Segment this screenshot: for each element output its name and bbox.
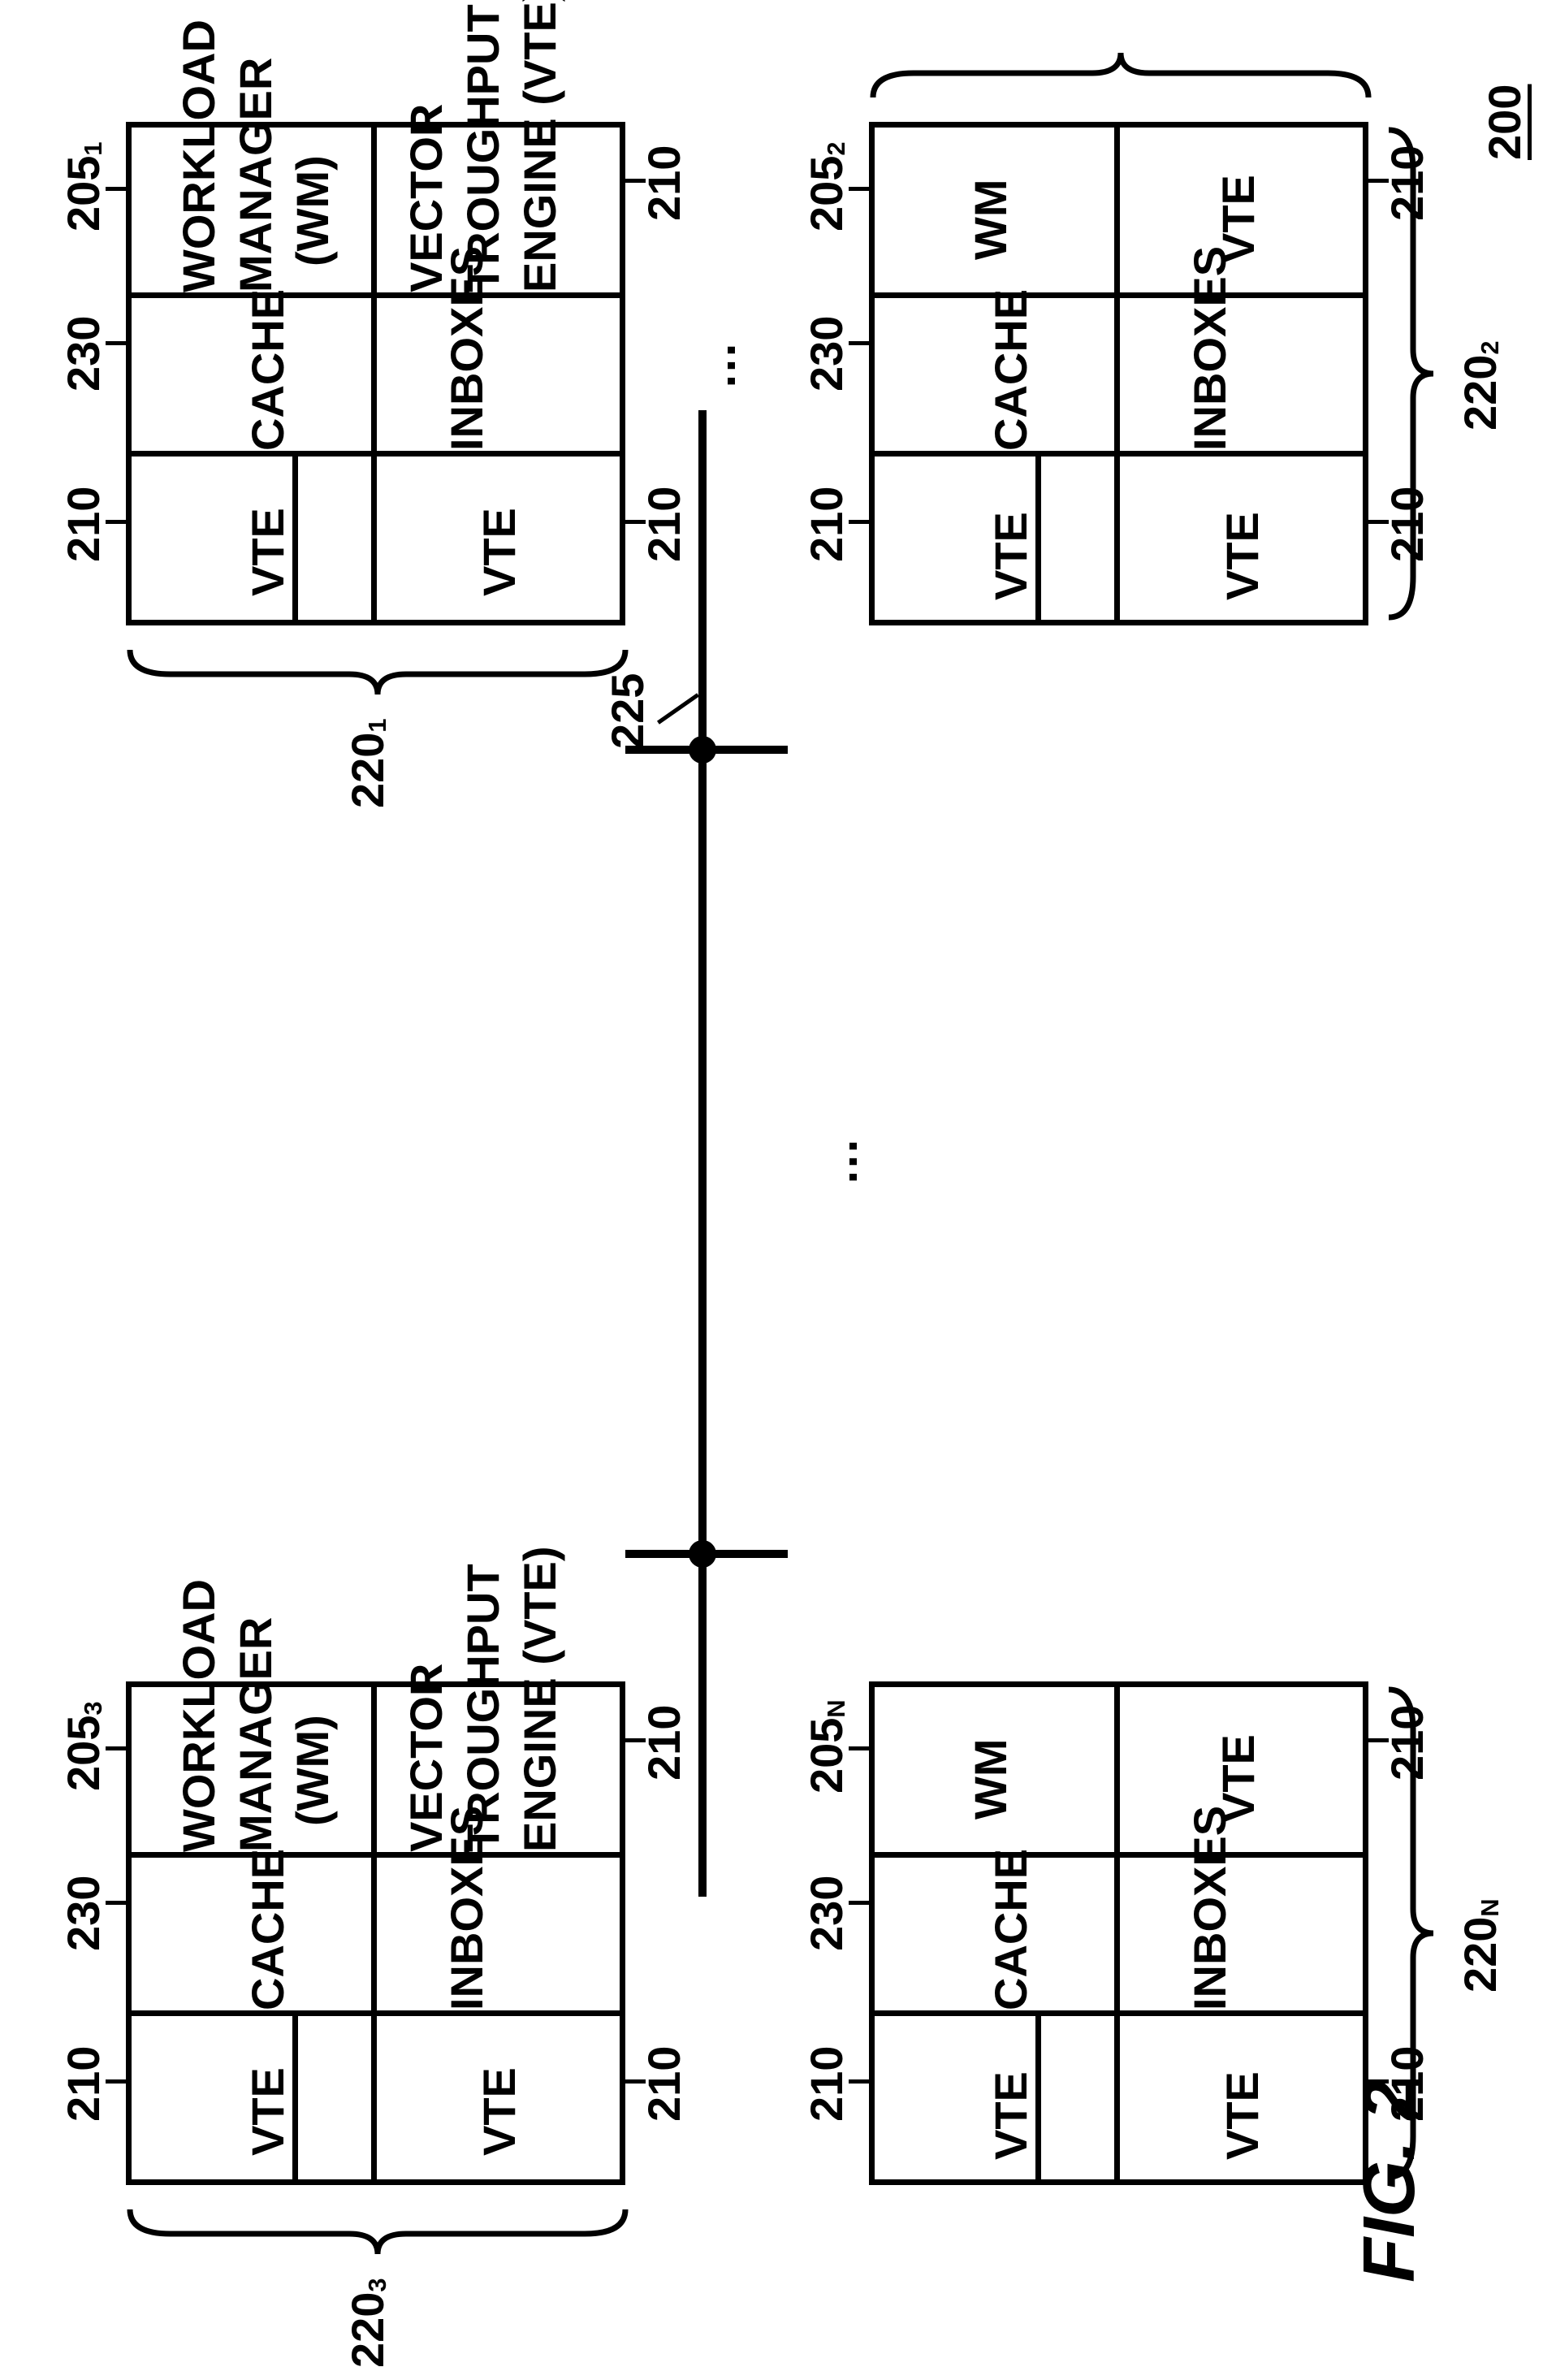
u3-ref-wm: 2053: [57, 1694, 110, 1799]
u1-div-v2: [126, 451, 625, 457]
brace-u1: [122, 642, 633, 699]
un-wm: WM: [962, 1730, 1019, 1828]
group-label-n: 220N: [1454, 1885, 1506, 2006]
u1-ref-vte-t: 210: [638, 134, 690, 232]
figure-number: 200: [1478, 57, 1531, 187]
u3-div-v1: [126, 1852, 625, 1858]
un-cache: CACHE: [983, 1880, 1039, 2010]
u2-vte-a: VTE: [983, 500, 1039, 613]
u3-inboxes: INBOXES: [439, 1880, 495, 2010]
u1-l-vtet: [621, 179, 646, 183]
diagram-page: 200 FIG. 2 … … 225 WORKLOAD MANAGER (WM)…: [0, 0, 1556, 2309]
un-l-wm: [849, 1746, 873, 1750]
brace-un-side: [1381, 1681, 1437, 2185]
u3-l-wm: [106, 1746, 130, 1750]
u3-vte-a: VTE: [240, 2043, 296, 2181]
u3-div-v2: [126, 2010, 625, 2016]
un-div-v1: [869, 1852, 1368, 1858]
u2-ref-cache: 230: [800, 305, 853, 402]
u1-div-v1: [126, 292, 625, 298]
bus-node-1: [689, 736, 716, 764]
u3-ref-vte-t: 210: [638, 1694, 690, 1791]
un-ref-wm: 205N: [800, 1694, 853, 1799]
bus-horizontal: [698, 410, 707, 1897]
group-label-3: 2203: [341, 2266, 394, 2380]
u3-wm-full: WORKLOAD MANAGER (WM): [171, 1690, 341, 1852]
u2-div-v1: [869, 292, 1368, 298]
u2-ref-wm: 2052: [800, 134, 853, 240]
u3-ref-cache: 230: [57, 1864, 110, 1962]
u3-l-cache: [106, 1901, 130, 1905]
u1-ref-cache: 230: [57, 305, 110, 402]
group-label-2: 2202: [1454, 325, 1506, 447]
u3-cache: CACHE: [240, 1880, 296, 2010]
un-vte-b: VTE: [1214, 2059, 1271, 2173]
u2-div-h: [1114, 122, 1120, 625]
un-div-h: [1114, 1681, 1120, 2185]
u1-vte-b: VTE: [471, 483, 528, 621]
u3-ref-vte-a: 210: [57, 2035, 110, 2132]
u1-inboxes: INBOXES: [439, 321, 495, 451]
u1-ref-wm: 2051: [57, 134, 110, 240]
un-l-cache: [849, 1901, 873, 1905]
u3-ref-vte-b: 210: [638, 2035, 690, 2132]
un-div-v2: [869, 2010, 1368, 2016]
u3-l-vteb: [621, 2079, 646, 2084]
u1-l-wm: [106, 187, 130, 191]
bus-ellipsis-top: …: [690, 341, 746, 390]
u2-l-wm: [849, 187, 873, 191]
bus-node-2: [689, 1540, 716, 1568]
brace-u2-side: [1381, 122, 1437, 625]
bus-ellipsis-mid: …: [812, 1137, 868, 1186]
u2-l-cache: [849, 341, 873, 345]
u1-div-h: [371, 122, 377, 625]
u3-l-vtet: [621, 1738, 646, 1742]
un-ref-vte-a: 210: [800, 2035, 853, 2132]
u3-vte-b: VTE: [471, 2043, 528, 2181]
u1-cache: CACHE: [240, 321, 296, 451]
u1-l-cache: [106, 341, 130, 345]
u1-l-vteb: [621, 520, 646, 524]
un-vte-a: VTE: [983, 2059, 1039, 2173]
u2-inboxes: INBOXES: [1182, 321, 1238, 451]
u1-ref-vte-b: 210: [638, 475, 690, 573]
u1-l-vtea: [106, 520, 130, 524]
u3-l-vtea: [106, 2079, 130, 2084]
u1-vte-a: VTE: [240, 483, 296, 621]
un-ref-cache: 230: [800, 1864, 853, 1962]
brace-u3: [122, 2201, 633, 2258]
u3-div-h: [371, 1681, 377, 2185]
u2-ref-vte-a: 210: [800, 475, 853, 573]
group-label-1: 2201: [341, 707, 394, 820]
bus-leader: [657, 693, 699, 725]
u2-div-v2: [869, 451, 1368, 457]
u2-cache: CACHE: [983, 321, 1039, 451]
u1-ref-vte-a: 210: [57, 475, 110, 573]
un-inboxes: INBOXES: [1182, 1880, 1238, 2010]
u2-l-vtea: [849, 520, 873, 524]
u2-vte-b: VTE: [1214, 500, 1271, 613]
u2-wm: WM: [962, 171, 1019, 268]
brace-u2: [865, 49, 1377, 106]
un-l-vtea: [849, 2079, 873, 2084]
u1-wm-full: WORKLOAD MANAGER (WM): [171, 130, 341, 292]
